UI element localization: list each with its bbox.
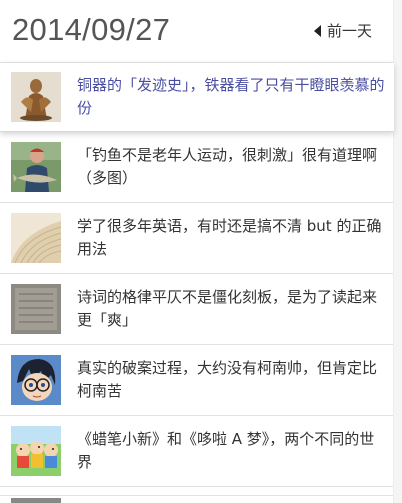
- list-item[interactable]: 铜器的「发迹史」，铁器看了只有干瞪眼羡慕的份: [0, 63, 394, 132]
- book-pages-image: [11, 213, 61, 263]
- list-item-title: 铜器的「发迹史」，铁器看了只有干瞪眼羡慕的份: [77, 76, 385, 117]
- vertical-scrollbar[interactable]: [393, 0, 402, 503]
- next-item-peek: [0, 495, 394, 503]
- daily-page: 2014/09/27 前一天 铜器的「发迹史」，铁器看了只有干瞪眼羡慕的份 「钓…: [0, 0, 402, 503]
- list-item-title: 「钓鱼不是老年人运动，很刺激」很有道理啊（多图）: [77, 146, 378, 187]
- list-item-title: 诗词的格律平仄不是僵化刻板，是为了读起来更「爽」: [77, 288, 378, 329]
- list-item-title: 《蜡笔小新》和《哆啦 A 梦》，两个不同的世界: [77, 430, 375, 471]
- left-triangle-icon: [313, 24, 321, 37]
- list-item[interactable]: 「钓鱼不是老年人运动，很刺激」很有道理啊（多图）: [0, 132, 394, 203]
- date-title: 2014/09/27: [12, 12, 171, 47]
- previous-day-label: 前一天: [326, 22, 372, 40]
- fisherman-image: [11, 142, 61, 192]
- bronze-statue-image: [11, 72, 61, 122]
- detective-cartoon-image: [11, 355, 61, 405]
- list-item-title: 学了很多年英语，有时还是搞不清 but 的正确用法: [77, 217, 382, 258]
- list-item-title: 真实的破案过程，大约没有柯南帅，但肯定比柯南苦: [77, 359, 378, 400]
- stone-tablet-image: [11, 284, 61, 334]
- list-item[interactable]: 《蜡笔小新》和《哆啦 A 梦》，两个不同的世界: [0, 416, 394, 487]
- list-item[interactable]: 学了很多年英语，有时还是搞不清 but 的正确用法: [0, 203, 394, 274]
- previous-day-button[interactable]: 前一天: [313, 20, 372, 41]
- cartoon-kids-image: [11, 426, 61, 476]
- list-item[interactable]: 真实的破案过程，大约没有柯南帅，但肯定比柯南苦: [0, 345, 394, 416]
- next-item-thumbnail: [11, 498, 61, 503]
- header: 2014/09/27 前一天: [0, 0, 402, 63]
- article-list: 铜器的「发迹史」，铁器看了只有干瞪眼羡慕的份 「钓鱼不是老年人运动，很刺激」很有…: [0, 63, 394, 487]
- list-item[interactable]: 诗词的格律平仄不是僵化刻板，是为了读起来更「爽」: [0, 274, 394, 345]
